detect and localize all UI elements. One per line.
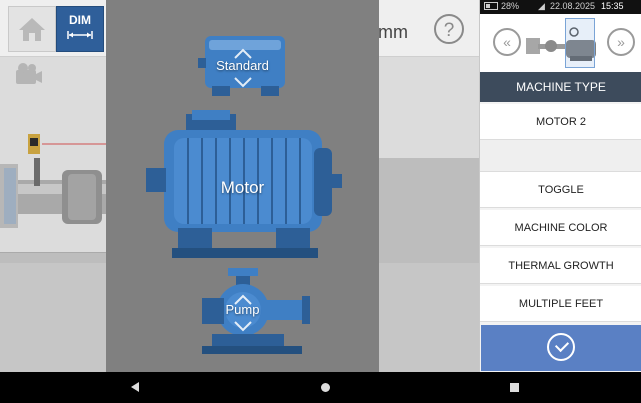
machine-option-motor[interactable]: Motor (106, 108, 379, 264)
selected-machine-highlight (565, 18, 595, 68)
next-machine-button[interactable]: » (607, 28, 635, 56)
previous-machine-button[interactable]: « (493, 28, 521, 56)
camera-icon[interactable] (10, 60, 44, 90)
dimensions-button[interactable]: DIM (56, 6, 104, 52)
machine-settings-panel: 28% ◢ 22.08.2025 15:35 « » MACHINE TYPE (479, 0, 641, 372)
home-icon (19, 18, 45, 41)
unit-label: mm (378, 22, 408, 42)
machine-name-field[interactable]: MOTOR 2 (480, 104, 641, 140)
dimensions-label: DIM (69, 13, 91, 27)
confirm-button[interactable] (481, 325, 641, 371)
motor-option-label: Motor (220, 178, 265, 197)
pump-option-label: Pump (225, 302, 260, 317)
machine-color-option[interactable]: MACHINE COLOR (480, 210, 641, 246)
status-bar: 28% ◢ 22.08.2025 15:35 (480, 0, 641, 14)
status-time: 15:35 (601, 1, 624, 11)
multiple-feet-option[interactable]: MULTIPLE FEET (480, 286, 641, 322)
recent-apps-icon[interactable] (510, 383, 519, 392)
status-date: 22.08.2025 (550, 1, 596, 11)
checkmark-icon (554, 337, 570, 353)
battery-percent: 28% (501, 1, 520, 11)
home-nav-icon[interactable] (321, 383, 330, 392)
toggle-option[interactable]: TOGGLE (480, 172, 641, 208)
thermal-growth-option[interactable]: THERMAL GROWTH (480, 248, 641, 284)
double-chevron-left-icon: « (503, 34, 511, 50)
standard-option-label: Standard (216, 58, 269, 73)
machine-type-picker: Standard Motor Pump (106, 0, 379, 372)
back-icon[interactable] (131, 382, 139, 392)
chevron-down-icon (233, 77, 252, 88)
machine-option-standard[interactable]: Standard (106, 28, 379, 102)
check-circle-icon (547, 333, 575, 361)
app-screen: DIM mm ? Standard Motor Pump 28% ◢ 22.08… (0, 0, 641, 403)
double-chevron-right-icon: » (617, 34, 625, 50)
section-title: MACHINE TYPE (480, 72, 641, 102)
battery-icon (484, 2, 498, 10)
signal-icon: ◢ (538, 1, 545, 11)
help-button[interactable]: ? (434, 14, 464, 44)
blank-row (480, 140, 641, 172)
system-navigation-bar (0, 372, 641, 403)
dimension-arrow-icon (67, 31, 93, 39)
pump-chevron-down-icon (233, 321, 252, 332)
machine-option-pump[interactable]: Pump (106, 266, 379, 358)
home-button[interactable] (8, 6, 56, 52)
machine-carousel: « » (480, 14, 641, 73)
